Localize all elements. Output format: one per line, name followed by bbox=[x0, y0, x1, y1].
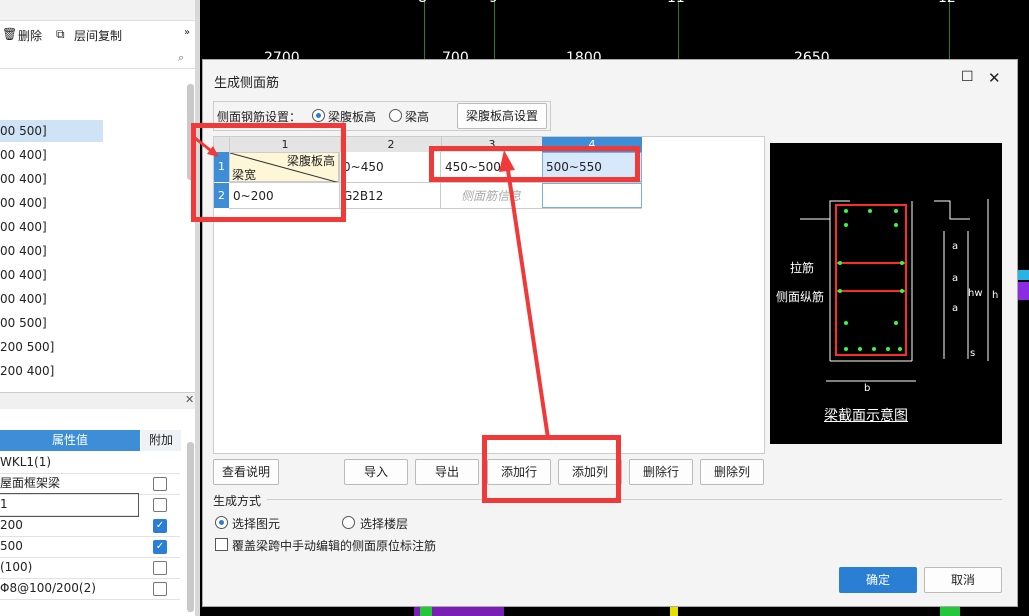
diagram-caption: 梁截面示意图 bbox=[824, 408, 908, 424]
prop-row[interactable]: 1 bbox=[0, 493, 139, 517]
dim-s-label: s bbox=[970, 348, 976, 359]
list-item[interactable]: 00 400] bbox=[0, 216, 185, 238]
prop-value[interactable]: 屋面框架梁 bbox=[0, 476, 60, 490]
dim-b-label: b bbox=[864, 383, 871, 394]
list-item[interactable]: 00 500] bbox=[0, 120, 103, 142]
search-input[interactable] bbox=[0, 48, 195, 69]
override-checkbox[interactable] bbox=[215, 538, 228, 551]
prop-checkbox[interactable] bbox=[153, 582, 167, 596]
props-titlebar bbox=[0, 392, 195, 409]
annotation-arrows bbox=[194, 136, 550, 439]
axis-label: 11 bbox=[667, 0, 685, 6]
axis-label: 12 bbox=[938, 0, 956, 6]
tie-label: 拉筋 bbox=[790, 261, 815, 275]
delete-button[interactable]: 删除 bbox=[18, 27, 42, 44]
prop-value[interactable]: (100) bbox=[0, 560, 32, 574]
prop-value[interactable]: 500 bbox=[0, 539, 23, 553]
close-icon[interactable]: ✕ bbox=[185, 393, 194, 406]
export-button[interactable]: 导出 bbox=[415, 459, 479, 485]
dim-h-label: h bbox=[992, 290, 999, 301]
dim-a-label: a bbox=[952, 241, 959, 252]
list-item[interactable]: 00 500] bbox=[0, 312, 185, 334]
left-panel: 🗑 删除 ⧉ 层间复制 » ⌕ 00 500] 00 400] 00 400] 00 … bbox=[0, 0, 200, 616]
prop-value[interactable]: 200 bbox=[0, 518, 23, 532]
dialog-title: 生成侧面筋 bbox=[214, 76, 280, 91]
list-item[interactable]: 00 400] bbox=[0, 144, 185, 166]
dim-a-label: a bbox=[952, 303, 959, 314]
delete-icon[interactable]: 🗑 bbox=[2, 27, 17, 41]
dim-hw-label: hw bbox=[968, 288, 983, 299]
prop-value[interactable]: 1 bbox=[0, 497, 8, 511]
radio-select-element[interactable] bbox=[215, 516, 228, 529]
maximize-icon[interactable]: ☐ bbox=[961, 69, 974, 85]
list-item[interactable]: 00 400] bbox=[0, 240, 185, 262]
search-icon[interactable]: ⌕ bbox=[178, 51, 184, 65]
prop-row[interactable]: WKL1(1) bbox=[0, 452, 180, 474]
props-scrollbar[interactable] bbox=[187, 442, 194, 612]
cancel-button[interactable]: 取消 bbox=[924, 567, 1002, 593]
delete-column-button[interactable]: 删除列 bbox=[700, 459, 764, 485]
prop-value[interactable]: Φ8@100/200(2) bbox=[0, 581, 96, 595]
radio-select-element-label: 选择图元 bbox=[232, 517, 281, 531]
radio-select-floor[interactable] bbox=[342, 516, 355, 529]
axis-label: 9 bbox=[489, 0, 498, 6]
delete-row-button[interactable]: 删除行 bbox=[629, 459, 693, 485]
side-bar-label: 侧面纵筋 bbox=[776, 290, 825, 304]
prop-checkbox[interactable]: ✓ bbox=[153, 519, 167, 533]
list-item[interactable]: 200 500] bbox=[0, 336, 185, 358]
close-icon[interactable]: ✕ bbox=[988, 69, 1001, 87]
ok-button[interactable]: 确定 bbox=[839, 567, 917, 593]
prop-checkbox[interactable] bbox=[153, 561, 167, 575]
list-item[interactable]: 00 400] bbox=[0, 264, 185, 286]
beam-section-diagram: 拉筋 侧面纵筋 a a a hw h s b 梁截面示意图 bbox=[770, 143, 1002, 444]
list-item[interactable]: 00 400] bbox=[0, 288, 185, 310]
list-item[interactable]: 00 400] bbox=[0, 192, 185, 214]
prop-checkbox[interactable]: ✓ bbox=[153, 540, 167, 554]
import-button[interactable]: 导入 bbox=[344, 459, 408, 485]
generate-side-rebar-dialog: 生成侧面筋 ☐ ✕ 侧面钢筋设置： 梁腹板高 梁高 梁腹板高设置 1 2 3 4… bbox=[191, 59, 1018, 607]
prop-checkbox[interactable] bbox=[153, 498, 167, 512]
prop-value-header: 属性值 bbox=[0, 430, 140, 451]
floor-copy-button[interactable]: 层间复制 bbox=[74, 27, 122, 44]
axis-label: 8 bbox=[418, 0, 427, 6]
prop-value[interactable]: WKL1(1) bbox=[0, 455, 51, 469]
prop-checkbox[interactable] bbox=[153, 477, 167, 491]
radio-select-floor-label: 选择楼层 bbox=[360, 517, 409, 531]
list-item[interactable]: 00 400] bbox=[0, 168, 185, 190]
list-item[interactable]: 200 400] bbox=[0, 360, 185, 382]
dim-a-label: a bbox=[952, 273, 959, 284]
gen-mode-label: 生成方式 bbox=[213, 494, 262, 508]
copy-icon[interactable]: ⧉ bbox=[56, 27, 65, 42]
prop-extra-header: 附加 bbox=[141, 430, 181, 451]
override-label: 覆盖梁跨中手动编辑的侧面原位标注筋 bbox=[232, 539, 437, 553]
view-description-button[interactable]: 查看说明 bbox=[213, 459, 279, 485]
more-icon[interactable]: » bbox=[184, 27, 190, 38]
panel-header bbox=[0, 0, 195, 21]
